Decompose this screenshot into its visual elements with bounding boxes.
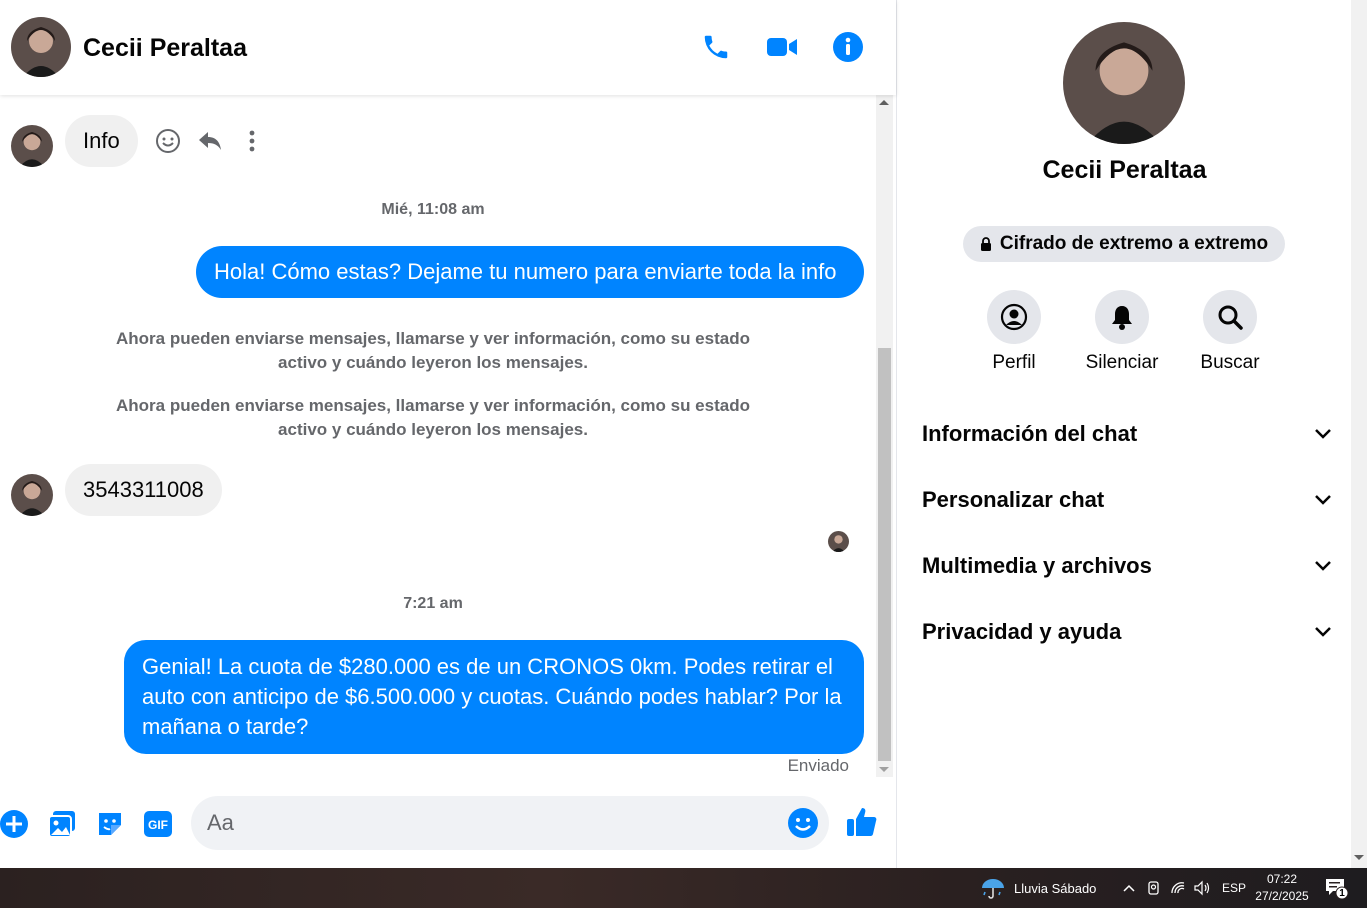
profile-action[interactable]: Perfil — [964, 290, 1064, 374]
incoming-message[interactable]: Info — [65, 115, 138, 167]
sender-avatar[interactable] — [11, 474, 53, 516]
action-label: Buscar — [1200, 352, 1260, 373]
volume-icon[interactable] — [1193, 868, 1211, 908]
weather-widget[interactable]: Lluvia Sábado — [980, 868, 1096, 908]
messenger-window: Cecii Peraltaa Info Mié, 11:08 am Hola! … — [0, 0, 1367, 868]
more-options-icon[interactable] — [237, 126, 267, 156]
section-label: Privacidad y ayuda — [922, 619, 1122, 644]
read-receipt-avatar — [828, 531, 849, 552]
profile-avatar[interactable] — [1063, 22, 1185, 144]
info-icon[interactable] — [828, 27, 868, 67]
system-message: Ahora pueden enviarse mensajes, llamarse… — [116, 329, 750, 372]
search-icon — [1218, 305, 1243, 330]
chevron-up-icon[interactable] — [1122, 868, 1136, 908]
section-label: Multimedia y archivos — [922, 553, 1152, 578]
bell-icon — [1112, 306, 1132, 330]
chevron-down-icon — [1315, 561, 1331, 571]
clock[interactable]: 07:22 27/2/2025 — [1252, 868, 1312, 908]
chat-info-panel: Cecii Peraltaa Cifrado de extremo a extr… — [896, 0, 1351, 868]
outgoing-message[interactable]: Genial! La cuota de $280.000 es de un CR… — [124, 640, 864, 754]
mute-action[interactable]: Silenciar — [1072, 290, 1172, 374]
action-label: Silenciar — [1085, 352, 1159, 373]
reply-icon[interactable] — [195, 126, 225, 156]
chat-column: Cecii Peraltaa Info Mié, 11:08 am Hola! … — [0, 0, 896, 868]
chevron-down-icon — [1315, 495, 1331, 505]
video-call-icon[interactable] — [762, 27, 802, 67]
encryption-label: Cifrado de extremo a extremo — [999, 233, 1269, 254]
chat-header: Cecii Peraltaa — [0, 0, 896, 95]
notification-count: 1 — [1339, 888, 1345, 899]
composer: GIF — [0, 790, 896, 860]
message-status: Enviado — [787, 756, 849, 775]
section-media-files[interactable]: Multimedia y archivos — [922, 546, 1332, 586]
svg-text:GIF: GIF — [148, 818, 168, 832]
incoming-message[interactable]: 3543311008 — [65, 464, 222, 516]
section-label: Personalizar chat — [922, 487, 1105, 512]
scroll-thumb[interactable] — [878, 348, 891, 761]
section-chat-info[interactable]: Información del chat — [922, 414, 1332, 454]
scroll-down-arrow[interactable] — [1354, 855, 1364, 860]
message-list[interactable]: Info Mié, 11:08 am Hola! Cómo estas? Dej… — [0, 95, 876, 780]
plus-icon[interactable] — [0, 807, 31, 841]
react-icon[interactable] — [153, 126, 183, 156]
section-privacy-help[interactable]: Privacidad y ayuda — [922, 612, 1332, 652]
scroll-up-arrow[interactable] — [879, 100, 889, 105]
encryption-badge[interactable]: Cifrado de extremo a extremo — [963, 226, 1285, 262]
windows-taskbar: Lluvia Sábado ESP 07:22 27/2/2025 1 — [0, 868, 1367, 908]
lock-icon — [980, 237, 991, 251]
scroll-down-arrow[interactable] — [879, 767, 889, 772]
message-input[interactable] — [207, 796, 777, 850]
chevron-down-icon — [1315, 627, 1331, 637]
notification-center-icon[interactable]: 1 — [1324, 868, 1350, 908]
profile-name: Cecii Peraltaa — [1042, 156, 1207, 184]
system-message: Ahora pueden enviarse mensajes, llamarse… — [116, 396, 750, 439]
message-input-wrapper — [191, 796, 829, 850]
chevron-down-icon — [1315, 429, 1331, 439]
emoji-icon[interactable] — [787, 807, 819, 839]
timestamp: Mié, 11:08 am — [381, 201, 485, 218]
page-scrollbar[interactable] — [1351, 0, 1367, 868]
meet-now-icon[interactable] — [1146, 868, 1162, 908]
timestamp: 7:21 am — [403, 595, 463, 612]
sender-avatar[interactable] — [11, 125, 53, 167]
gif-icon[interactable]: GIF — [141, 807, 175, 841]
message-scrollbar[interactable] — [876, 95, 893, 777]
phone-call-icon[interactable] — [696, 27, 736, 67]
clock-time: 07:22 — [1266, 872, 1298, 886]
image-icon[interactable] — [45, 807, 79, 841]
sticker-icon[interactable] — [93, 807, 127, 841]
weather-label: Lluvia Sábado — [1014, 880, 1097, 896]
section-customize-chat[interactable]: Personalizar chat — [922, 480, 1332, 520]
search-action[interactable]: Buscar — [1180, 290, 1280, 374]
profile-icon — [1000, 303, 1028, 331]
outgoing-message[interactable]: Hola! Cómo estas? Dejame tu numero para … — [196, 246, 864, 298]
action-label: Perfil — [992, 352, 1036, 373]
thumbs-up-icon[interactable] — [845, 805, 879, 839]
section-label: Información del chat — [922, 421, 1138, 446]
language-indicator[interactable]: ESP — [1222, 868, 1246, 908]
clock-date: 27/2/2025 — [1255, 889, 1309, 903]
wifi-icon[interactable] — [1170, 868, 1188, 908]
contact-name[interactable]: Cecii Peraltaa — [83, 34, 247, 63]
contact-avatar[interactable] — [11, 17, 71, 77]
rain-umbrella-icon — [982, 879, 1004, 899]
